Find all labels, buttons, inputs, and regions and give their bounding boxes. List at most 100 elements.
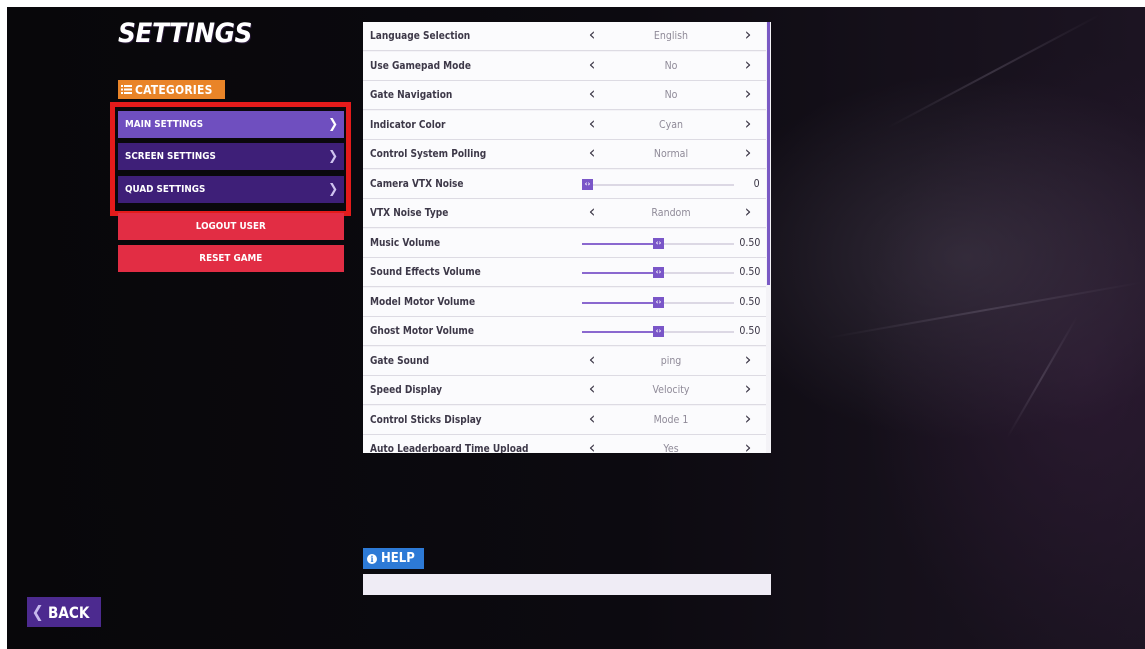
chevron-left-icon[interactable]: ‹ bbox=[585, 203, 599, 221]
info-icon: i bbox=[367, 553, 377, 564]
setting-label: Gate Navigation bbox=[370, 89, 453, 101]
categories-header: CATEGORIES bbox=[118, 80, 226, 99]
chevron-right-icon[interactable]: › bbox=[741, 351, 755, 369]
chevron-right-icon[interactable]: › bbox=[741, 115, 755, 133]
setting-label: Use Gamepad Mode bbox=[370, 60, 471, 72]
chevron-right-icon[interactable]: › bbox=[741, 380, 755, 398]
chevron-left-icon[interactable]: ‹ bbox=[585, 115, 599, 133]
help-text-box bbox=[363, 574, 771, 595]
slider-fill bbox=[582, 302, 658, 304]
setting-label: Auto Leaderboard Time Upload bbox=[370, 443, 529, 453]
setting-label: Sound Effects Volume bbox=[370, 266, 481, 278]
chevron-right-icon[interactable]: › bbox=[741, 439, 755, 453]
back-label: BACK bbox=[47, 602, 90, 622]
chevron-left-icon[interactable]: ‹ bbox=[585, 380, 599, 398]
background-streak bbox=[1006, 316, 1078, 439]
setting-value: Normal bbox=[653, 148, 689, 160]
slider-value: 0 bbox=[753, 178, 760, 190]
chevron-left-icon[interactable]: ‹ bbox=[585, 144, 599, 162]
setting-row-vtx-noise-type[interactable]: VTX Noise Type ‹ Random › bbox=[363, 199, 766, 228]
slider-track[interactable]: ‹› bbox=[582, 267, 734, 278]
setting-value: English bbox=[653, 30, 689, 42]
slider-fill bbox=[582, 243, 658, 245]
list-icon bbox=[121, 85, 132, 94]
chevron-right-icon[interactable]: › bbox=[741, 85, 755, 103]
back-button[interactable]: ❮ BACK bbox=[27, 597, 101, 627]
chevron-left-icon[interactable]: ‹ bbox=[585, 56, 599, 74]
setting-row-language-selection[interactable]: Language Selection ‹ English › bbox=[363, 22, 766, 51]
setting-label: Indicator Color bbox=[370, 119, 446, 131]
setting-row-ghost-motor-volume[interactable]: Ghost Motor Volume ‹› 0.50 bbox=[363, 317, 766, 346]
chevron-left-icon[interactable]: ‹ bbox=[585, 439, 599, 453]
category-highlight-box bbox=[110, 102, 351, 216]
chevron-left-icon[interactable]: ‹ bbox=[585, 26, 599, 44]
reset-label: RESET GAME bbox=[199, 253, 263, 264]
chevron-left-icon: ❮ bbox=[31, 602, 44, 621]
chevron-right-icon[interactable]: › bbox=[741, 144, 755, 162]
setting-value: ping bbox=[660, 355, 682, 367]
setting-label: Gate Sound bbox=[370, 355, 430, 367]
setting-label: Model Motor Volume bbox=[370, 296, 476, 308]
setting-row-model-motor-volume[interactable]: Model Motor Volume ‹› 0.50 bbox=[363, 288, 766, 317]
chevron-left-icon[interactable]: ‹ bbox=[585, 85, 599, 103]
settings-scrollbar[interactable] bbox=[767, 22, 770, 285]
setting-row-camera-vtx-noise[interactable]: Camera VTX Noise ‹› 0 bbox=[363, 170, 766, 199]
slider-track[interactable]: ‹› bbox=[582, 326, 734, 337]
slider-value: 0.50 bbox=[738, 266, 760, 278]
slider-track[interactable]: ‹› bbox=[582, 297, 734, 308]
slider-handle-icon[interactable]: ‹› bbox=[582, 179, 593, 190]
chevron-right-icon[interactable]: › bbox=[741, 26, 755, 44]
setting-row-use-gamepad-mode[interactable]: Use Gamepad Mode ‹ No › bbox=[363, 52, 766, 81]
slider-track[interactable]: ‹› bbox=[582, 179, 734, 190]
help-label: HELP bbox=[381, 551, 415, 566]
setting-row-indicator-color[interactable]: Indicator Color ‹ Cyan › bbox=[363, 111, 766, 140]
chevron-right-icon[interactable]: › bbox=[741, 56, 755, 74]
setting-row-sound-effects-volume[interactable]: Sound Effects Volume ‹› 0.50 bbox=[363, 258, 766, 287]
setting-label: Music Volume bbox=[370, 237, 441, 249]
setting-value: Cyan bbox=[659, 119, 683, 131]
slider-handle-icon[interactable]: ‹› bbox=[653, 238, 664, 249]
setting-value: Mode 1 bbox=[653, 414, 689, 426]
background-streak bbox=[826, 281, 1143, 339]
background-streak bbox=[886, 14, 1100, 129]
setting-row-gate-sound[interactable]: Gate Sound ‹ ping › bbox=[363, 347, 766, 376]
setting-label: VTX Noise Type bbox=[370, 207, 449, 219]
slider-fill bbox=[582, 331, 658, 333]
setting-row-auto-leaderboard-time-upload[interactable]: Auto Leaderboard Time Upload ‹ Yes › bbox=[363, 435, 766, 453]
chevron-right-icon[interactable]: › bbox=[741, 410, 755, 428]
setting-value: Random bbox=[651, 207, 691, 219]
slider-handle-icon[interactable]: ‹› bbox=[653, 267, 664, 278]
setting-row-control-sticks-display[interactable]: Control Sticks Display ‹ Mode 1 › bbox=[363, 406, 766, 435]
setting-row-gate-navigation[interactable]: Gate Navigation ‹ No › bbox=[363, 81, 766, 110]
slider-value: 0.50 bbox=[738, 296, 760, 308]
setting-value: No bbox=[664, 60, 678, 72]
setting-row-speed-display[interactable]: Speed Display ‹ Velocity › bbox=[363, 376, 766, 405]
setting-label: Speed Display bbox=[370, 384, 443, 396]
chevron-left-icon[interactable]: ‹ bbox=[585, 410, 599, 428]
setting-value: Velocity bbox=[652, 384, 690, 396]
setting-value: Yes bbox=[663, 443, 679, 453]
setting-label: Camera VTX Noise bbox=[370, 178, 464, 190]
setting-label: Language Selection bbox=[370, 30, 471, 42]
chevron-right-icon[interactable]: › bbox=[741, 203, 755, 221]
logout-label: LOGOUT USER bbox=[196, 221, 266, 232]
setting-row-music-volume[interactable]: Music Volume ‹› 0.50 bbox=[363, 229, 766, 258]
setting-label: Ghost Motor Volume bbox=[370, 325, 474, 337]
setting-label: Control System Polling bbox=[370, 148, 487, 160]
setting-row-control-system-polling[interactable]: Control System Polling ‹ Normal › bbox=[363, 140, 766, 169]
settings-list[interactable]: Language Selection ‹ English › Use Gamepad M… bbox=[363, 22, 771, 453]
slider-fill bbox=[582, 272, 658, 274]
setting-label: Control Sticks Display bbox=[370, 414, 482, 426]
reset-game-button[interactable]: RESET GAME bbox=[118, 245, 344, 272]
page-title: SETTINGS bbox=[118, 18, 252, 49]
chevron-left-icon[interactable]: ‹ bbox=[585, 351, 599, 369]
slider-value: 0.50 bbox=[738, 325, 760, 337]
help-header: i HELP bbox=[363, 548, 424, 569]
slider-value: 0.50 bbox=[738, 237, 760, 249]
slider-handle-icon[interactable]: ‹› bbox=[653, 326, 664, 337]
slider-track[interactable]: ‹› bbox=[582, 238, 734, 249]
setting-value: No bbox=[664, 89, 678, 101]
categories-label: CATEGORIES bbox=[135, 82, 213, 97]
slider-handle-icon[interactable]: ‹› bbox=[653, 297, 664, 308]
logout-user-button[interactable]: LOGOUT USER bbox=[118, 213, 344, 240]
